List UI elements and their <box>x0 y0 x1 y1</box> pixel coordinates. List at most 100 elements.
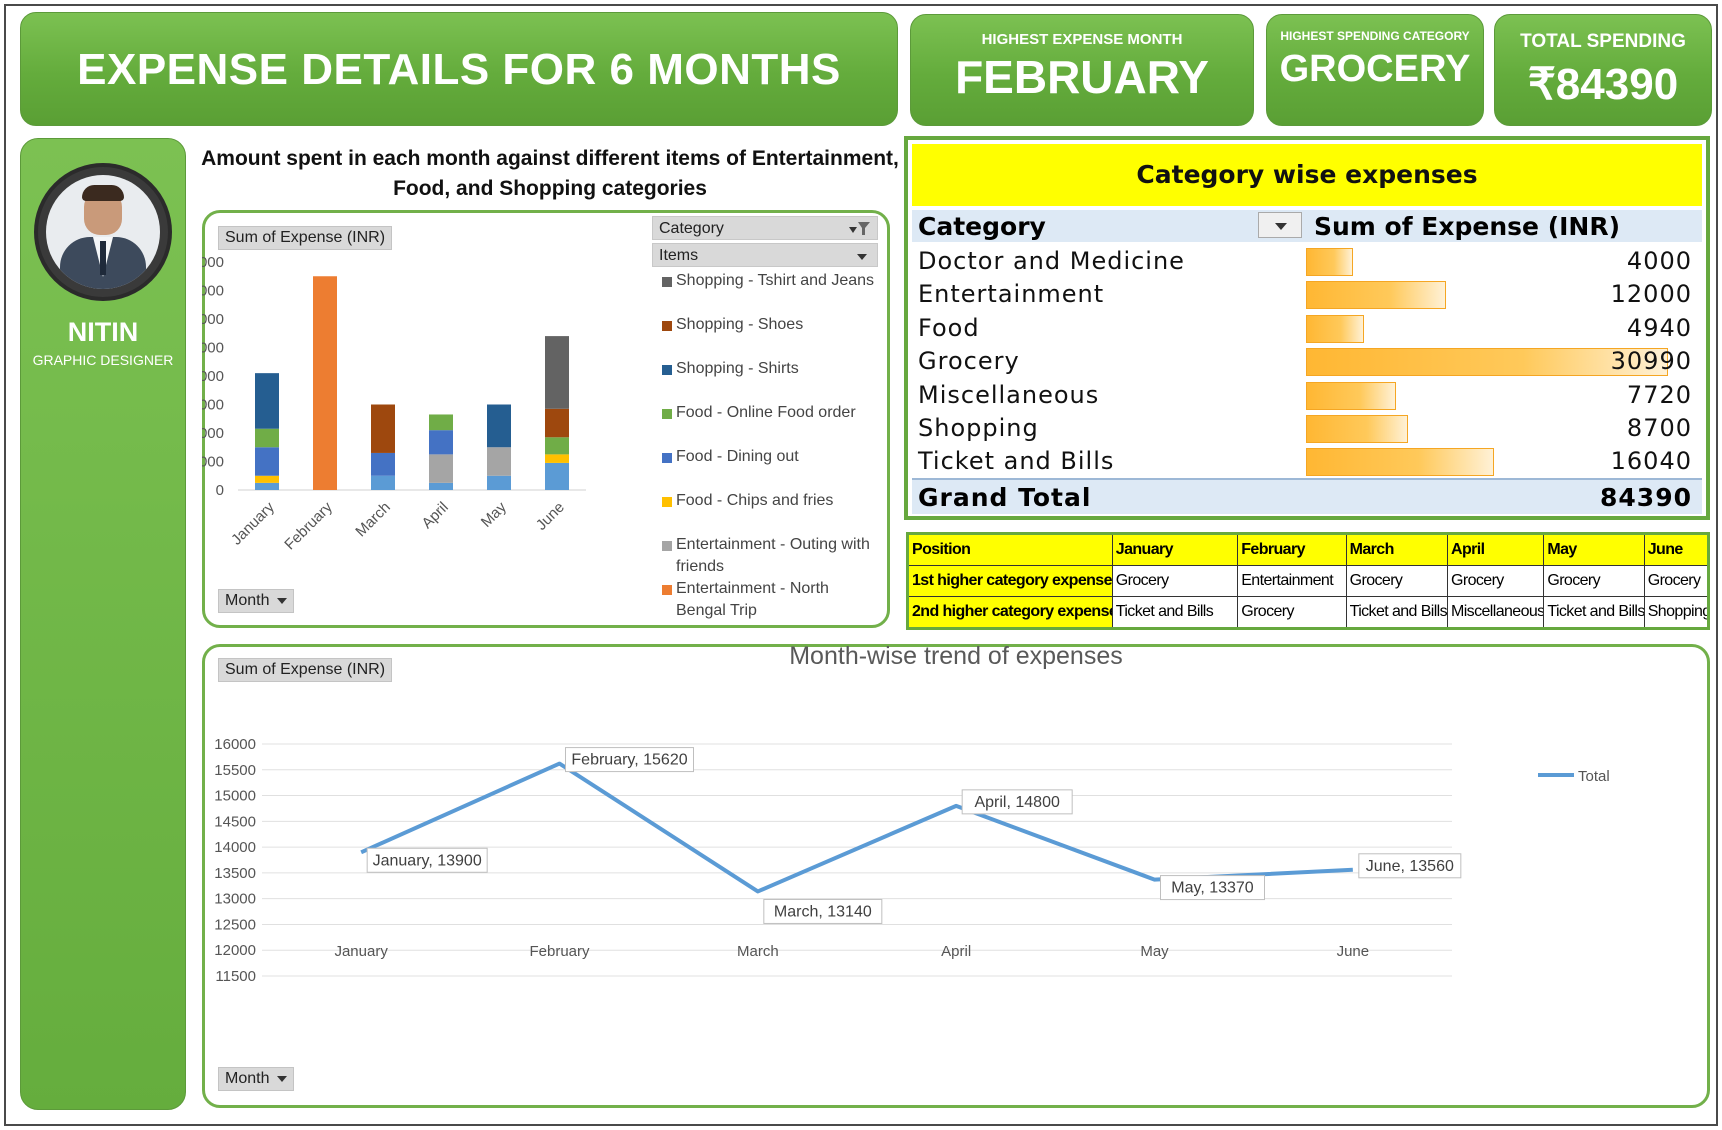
filter-icon <box>849 222 870 235</box>
bar-segment <box>487 447 511 476</box>
category-table-title: Category wise expenses <box>912 144 1702 206</box>
y-tick-label: 14000 <box>214 839 256 856</box>
bar-segment <box>545 454 569 463</box>
data-bar <box>1306 314 1364 343</box>
category-column-header: Category <box>918 212 1046 241</box>
bar-segment <box>313 276 337 490</box>
legend-item: Food - Online Food order <box>652 402 878 446</box>
bar-chart-legend: Category Items Shopping - Tshirt and Jea… <box>652 216 878 622</box>
y-tick-label: 7000 <box>202 283 224 300</box>
y-tick-label: 4000 <box>202 368 224 385</box>
month-axis-label: Month <box>225 1070 270 1087</box>
legend-label: Food - Dining out <box>676 448 799 465</box>
position-row: 2nd higher category expense Ticket and Bi… <box>907 596 1710 629</box>
category-name: Food <box>918 313 980 342</box>
category-value: 8700 <box>1626 414 1692 442</box>
position-header-cell: Position <box>907 533 1113 566</box>
position-cell: Grocery <box>1345 564 1449 598</box>
category-row: Miscellaneous 7720 <box>912 378 1702 412</box>
y-tick-label: 6000 <box>202 311 224 328</box>
y-tick-label: 13500 <box>214 865 256 882</box>
legend-swatch <box>662 277 672 287</box>
legend-item: Entertainment - Outing with friends <box>652 534 878 578</box>
bar-segment <box>371 475 395 490</box>
data-bar <box>1306 415 1408 443</box>
month-axis-button[interactable]: Month <box>218 1067 295 1091</box>
legend-label: Shopping - Shirts <box>676 360 799 377</box>
position-header-row: Position January February March April May June <box>907 533 1710 566</box>
bar-segment <box>255 475 279 483</box>
bar-segment <box>255 428 279 448</box>
kpi-total-spending: TOTAL SPENDING ₹84390 <box>1494 14 1712 126</box>
kpi-highest-category: HIGHEST SPENDING CATEGORY GROCERY <box>1266 14 1484 126</box>
y-tick-label: 11500 <box>215 968 256 985</box>
bar-segment <box>545 336 569 409</box>
legend-label: Total <box>1578 768 1610 785</box>
month-axis-button[interactable]: Month <box>218 589 295 613</box>
legend-item: Shopping - Tshirt and Jeans <box>652 270 878 314</box>
y-tick-label: 12000 <box>214 942 256 959</box>
grand-total-value: 84390 <box>1600 483 1692 512</box>
bar-segment <box>429 414 453 431</box>
position-table: Position January February March April May June… <box>906 532 1710 630</box>
category-name: Miscellaneous <box>918 380 1100 409</box>
y-tick-label: 5000 <box>202 340 224 357</box>
category-row: Shopping 8700 <box>912 411 1702 445</box>
position-cell: Ticket and Bills <box>1111 596 1239 629</box>
chevron-down-icon <box>857 254 867 260</box>
kpi-value: ₹84390 <box>1527 60 1679 109</box>
legend-label: Entertainment - North Bengal Trip <box>676 580 829 619</box>
legend-item: Food - Dining out <box>652 446 878 490</box>
x-tick-label: January <box>334 943 388 960</box>
category-row: Food 4940 <box>912 311 1702 345</box>
x-tick-label: April <box>419 499 452 532</box>
y-tick-label: 15000 <box>214 788 256 805</box>
x-tick-label: May <box>478 498 510 530</box>
grand-total-label: Grand Total <box>918 483 1092 512</box>
position-header-cell: March <box>1345 533 1449 566</box>
kpi-label: HIGHEST SPENDING CATEGORY <box>1280 29 1470 43</box>
position-cell: Grocery <box>1446 564 1545 598</box>
position-row-label: 2nd higher category expense <box>907 596 1113 629</box>
category-row: Ticket and Bills 16040 <box>912 444 1702 478</box>
bar-segment <box>371 404 395 453</box>
legend-item: Shopping - Shoes <box>652 314 878 358</box>
position-row: 1st higher category expense Grocery Entert… <box>907 564 1710 598</box>
bar-segment <box>487 404 511 448</box>
category-filter-button[interactable]: Category <box>652 216 878 240</box>
category-name: Doctor and Medicine <box>918 247 1185 275</box>
chevron-down-icon <box>277 597 288 604</box>
kpi-highest-month: HIGHEST EXPENSE MONTH FEBRUARY <box>910 14 1254 126</box>
legend-swatch <box>662 453 672 463</box>
bar-segment <box>429 454 453 483</box>
legend-item: Food - Chips and fries <box>652 490 878 534</box>
bar-segment <box>545 462 569 490</box>
position-cell: Ticket and Bills <box>1543 596 1645 629</box>
y-tick-label: 1000 <box>202 454 224 471</box>
category-value: 12000 <box>1610 280 1692 309</box>
y-tick-label: 2000 <box>202 425 224 442</box>
avatar <box>34 163 172 301</box>
grand-total-row: Grand Total 84390 <box>912 478 1702 514</box>
series-line-total <box>360 761 1353 894</box>
position-cell: Ticket and Bills <box>1345 596 1449 629</box>
items-filter-button[interactable]: Items <box>652 243 878 267</box>
bar-segment <box>487 475 511 490</box>
position-header-cell: February <box>1237 533 1347 566</box>
bar-segment <box>429 430 453 455</box>
position-cell: Grocery <box>1643 564 1710 598</box>
position-cell: Grocery <box>1543 564 1645 598</box>
x-tick-label: February <box>529 943 590 960</box>
x-tick-label: April <box>941 943 971 960</box>
y-tick-label: 8000 <box>202 254 224 271</box>
legend-swatch <box>662 497 672 507</box>
category-name: Ticket and Bills <box>918 447 1115 476</box>
bar-chart-title: Amount spent in each month against diffe… <box>201 147 899 200</box>
category-dropdown-button[interactable] <box>1258 212 1302 238</box>
legend-swatch <box>662 585 672 595</box>
position-row-label: 1st higher category expense <box>907 564 1113 598</box>
data-label: May, 13370 <box>1171 880 1254 897</box>
kpi-value: GROCERY <box>1279 48 1471 90</box>
kpi-label: HIGHEST EXPENSE MONTH <box>981 31 1183 48</box>
x-tick-label: January <box>228 498 278 548</box>
